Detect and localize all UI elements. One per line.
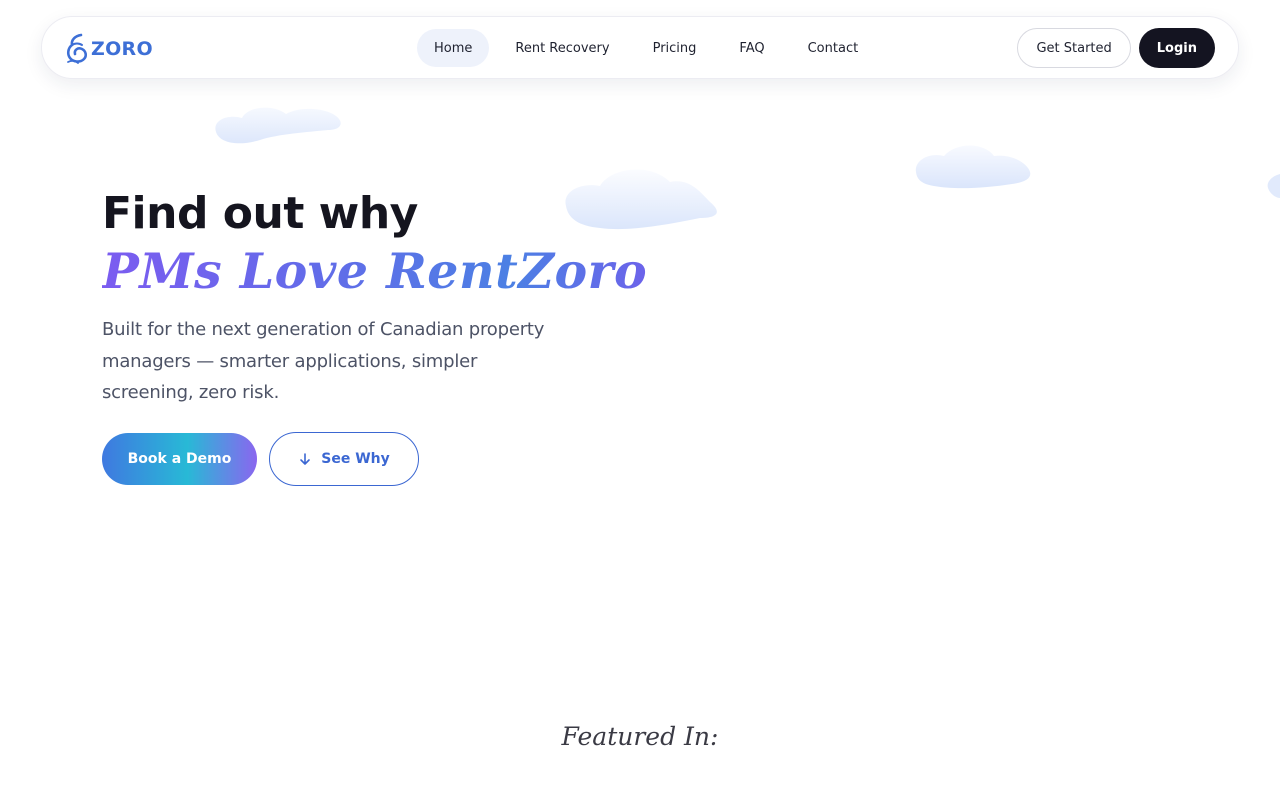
nav-links: Home Rent Recovery Pricing FAQ Contact	[417, 29, 884, 67]
landing-page: ZORO Home Rent Recovery Pricing FAQ Cont…	[0, 0, 1280, 800]
nav-link-pricing[interactable]: Pricing	[636, 29, 714, 67]
nav-link-rent-recovery[interactable]: Rent Recovery	[498, 29, 626, 67]
nav-link-contact[interactable]: Contact	[791, 29, 876, 67]
cloud-decoration	[215, 107, 341, 144]
see-why-button[interactable]: See Why	[269, 432, 419, 486]
top-navbar: ZORO Home Rent Recovery Pricing FAQ Cont…	[41, 16, 1239, 79]
hero-title: Find out why	[102, 188, 418, 239]
nav-actions: Get Started Login	[1017, 28, 1215, 68]
brand-logo[interactable]: ZORO	[66, 33, 153, 64]
get-started-button[interactable]: Get Started	[1017, 28, 1131, 68]
nav-link-faq[interactable]: FAQ	[722, 29, 781, 67]
login-button[interactable]: Login	[1138, 28, 1215, 68]
featured-in-heading: Featured In:	[561, 722, 719, 751]
book-demo-label: Book a Demo	[127, 451, 232, 467]
cloud-decoration	[915, 145, 1031, 189]
cloud-decoration	[1267, 174, 1280, 198]
hero-highlight: PMs Love RentZoro	[102, 242, 648, 300]
zoro-logo-icon	[66, 33, 88, 64]
nav-link-home[interactable]: Home	[417, 29, 490, 67]
arrow-down-icon	[300, 453, 311, 465]
book-demo-button[interactable]: Book a Demo	[102, 433, 257, 485]
hero-subtitle: Built for the next generation of Canadia…	[102, 319, 545, 403]
see-why-label: See Why	[321, 451, 390, 467]
brand-name: ZORO	[91, 37, 153, 60]
cloud-decoration	[565, 169, 717, 230]
